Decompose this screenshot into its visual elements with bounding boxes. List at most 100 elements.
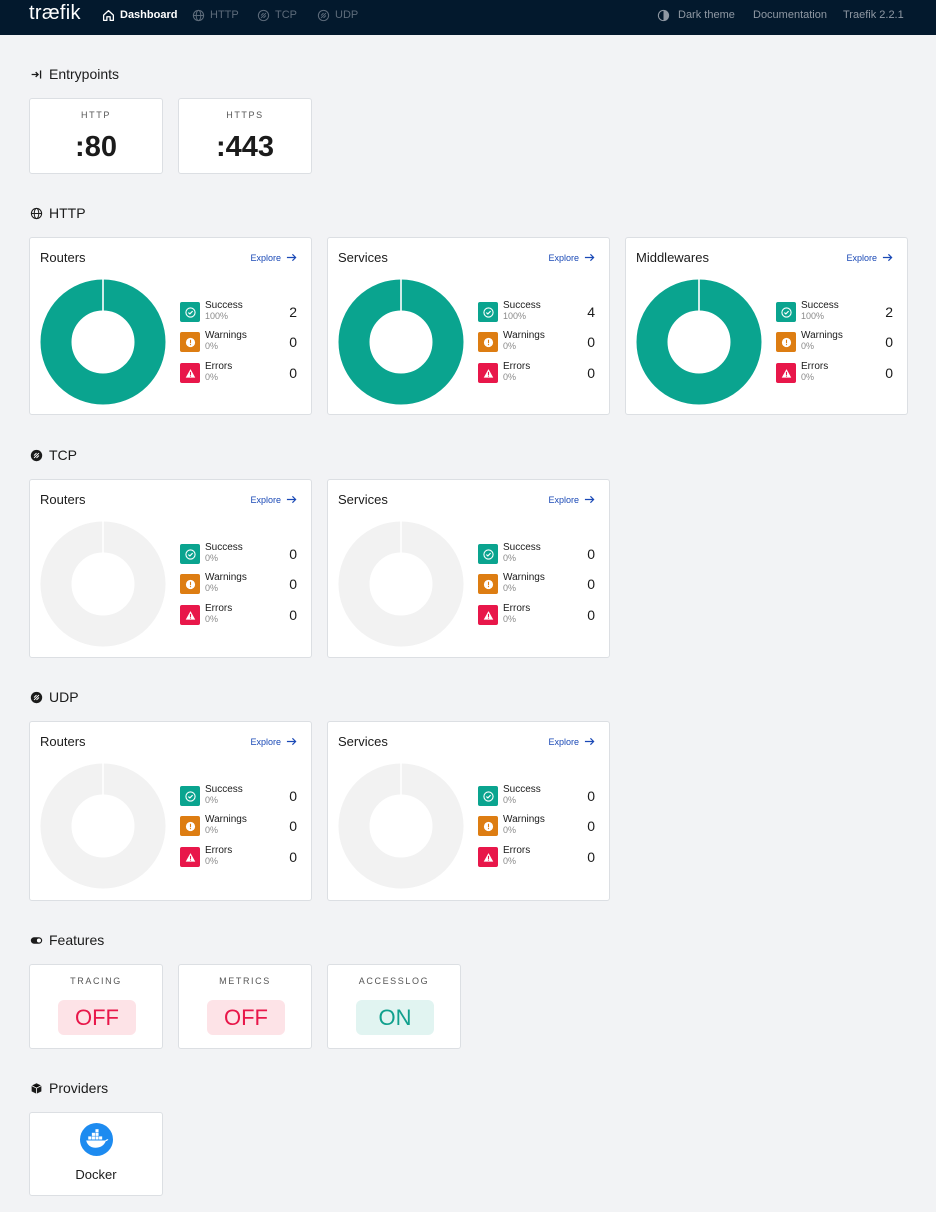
- check-circle-icon: [184, 306, 196, 318]
- panel-title: Services: [338, 734, 388, 749]
- entrypoint-card-https: HTTPS :443: [178, 98, 312, 174]
- errors-percent: 0%: [503, 372, 517, 382]
- dark-theme-label: Dark theme: [678, 9, 735, 21]
- entrypoint-name: HTTP: [81, 110, 111, 120]
- entrypoints-heading: Entrypoints: [30, 66, 119, 82]
- stat-row-warnings: Warnings 0% 0: [478, 814, 595, 840]
- status-donut-chart: [40, 279, 166, 405]
- check-circle-icon: [482, 548, 494, 560]
- errors-label: Errors: [503, 361, 531, 372]
- success-label: Success: [503, 784, 541, 795]
- stat-row-errors: Errors 0% 0: [180, 361, 297, 387]
- tcp-title: TCP: [49, 447, 77, 463]
- success-label: Success: [503, 542, 541, 553]
- errors-count: 0: [289, 849, 297, 865]
- warnings-percent: 0%: [503, 825, 517, 835]
- success-percent: 100%: [503, 311, 527, 321]
- dark-theme-toggle[interactable]: Dark theme: [657, 0, 735, 30]
- top-navbar: træfik Dashboard HTTP TCP UDP Dark theme…: [0, 0, 936, 35]
- stat-row-success: Success 0% 0: [180, 784, 297, 810]
- arrow-right-icon: [286, 495, 297, 504]
- stat-row-warnings: Warnings 0% 0: [478, 572, 595, 598]
- warnings-count: 0: [587, 818, 595, 834]
- toggle-icon: [30, 934, 43, 947]
- stat-row-errors: Errors 0% 0: [180, 845, 297, 871]
- success-percent: 100%: [801, 311, 825, 321]
- docker-icon: [80, 1123, 113, 1156]
- http-heading: HTTP: [30, 205, 86, 221]
- stat-row-errors: Errors 0% 0: [478, 603, 595, 629]
- errors-count: 0: [289, 607, 297, 623]
- feature-card-metrics: METRICS OFF: [178, 964, 312, 1049]
- success-badge: [776, 302, 796, 322]
- success-badge: [180, 302, 200, 322]
- explore-label: Explore: [846, 252, 877, 263]
- features-title: Features: [49, 932, 105, 948]
- nav-tcp[interactable]: TCP: [257, 0, 297, 30]
- entrypoint-port: :443: [215, 131, 275, 163]
- warnings-label: Warnings: [205, 572, 247, 583]
- arrow-right-icon: [584, 495, 595, 504]
- success-count: 2: [289, 304, 297, 320]
- explore-link[interactable]: Explore: [846, 252, 893, 263]
- stat-row-errors: Errors 0% 0: [180, 603, 297, 629]
- entrypoint-card-http: HTTP :80: [29, 98, 163, 174]
- traefik-logo[interactable]: træfik: [29, 2, 81, 25]
- errors-label: Errors: [503, 603, 531, 614]
- check-circle-icon: [482, 790, 494, 802]
- stat-row-warnings: Warnings 0% 0: [180, 330, 297, 356]
- explore-link[interactable]: Explore: [548, 252, 595, 263]
- success-percent: 0%: [503, 795, 517, 805]
- warnings-percent: 0%: [503, 583, 517, 593]
- check-circle-icon: [780, 306, 792, 318]
- warnings-percent: 0%: [503, 341, 517, 351]
- provider-name: Docker: [75, 1167, 117, 1182]
- cube-icon: [30, 1082, 43, 1095]
- stat-row-warnings: Warnings 0% 0: [180, 814, 297, 840]
- success-percent: 0%: [503, 553, 517, 563]
- nav-udp[interactable]: UDP: [317, 0, 358, 30]
- explore-link[interactable]: Explore: [250, 736, 297, 747]
- http-title: HTTP: [49, 205, 86, 221]
- success-badge: [180, 786, 200, 806]
- udp-routers-panel: Routers Explore Success 0% 0 Warnings 0% 0 Error…: [29, 721, 312, 901]
- nav-tcp-label: TCP: [275, 9, 297, 21]
- feature-status: OFF: [58, 1000, 136, 1035]
- explore-label: Explore: [548, 252, 579, 263]
- explore-label: Explore: [548, 736, 579, 747]
- nav-http[interactable]: HTTP: [192, 0, 239, 30]
- warnings-count: 0: [885, 334, 893, 350]
- explore-link[interactable]: Explore: [250, 494, 297, 505]
- stat-row-errors: Errors 0% 0: [478, 845, 595, 871]
- stat-row-errors: Errors 0% 0: [478, 361, 595, 387]
- stat-row-success: Success 0% 0: [478, 784, 595, 810]
- nav-dashboard[interactable]: Dashboard: [102, 0, 177, 30]
- errors-percent: 0%: [205, 372, 219, 382]
- warnings-label: Warnings: [205, 330, 247, 341]
- stat-row-errors: Errors 0% 0: [776, 361, 893, 387]
- warning-triangle-icon: [483, 368, 493, 378]
- warnings-badge: [180, 574, 200, 594]
- success-badge: [180, 544, 200, 564]
- warnings-percent: 0%: [205, 341, 219, 351]
- http-routers-panel: Routers Explore Success 100% 2 Warnings 0% 0 Err…: [29, 237, 312, 415]
- warnings-count: 0: [289, 576, 297, 592]
- exclamation-circle-icon: [483, 579, 493, 589]
- explore-link[interactable]: Explore: [548, 736, 595, 747]
- exclamation-circle-icon: [781, 337, 791, 347]
- explore-label: Explore: [548, 494, 579, 505]
- success-label: Success: [205, 784, 243, 795]
- feature-status: ON: [356, 1000, 434, 1035]
- nav-udp-label: UDP: [335, 9, 359, 21]
- success-label: Success: [801, 300, 839, 311]
- explore-link[interactable]: Explore: [548, 494, 595, 505]
- http-middlewares-panel: Middlewares Explore Success 100% 2 Warnings 0%…: [625, 237, 908, 415]
- success-label: Success: [205, 542, 243, 553]
- documentation-link[interactable]: Documentation: [753, 0, 827, 30]
- warnings-label: Warnings: [503, 572, 545, 583]
- success-badge: [478, 786, 498, 806]
- warnings-count: 0: [289, 818, 297, 834]
- errors-count: 0: [587, 849, 595, 865]
- providers-title: Providers: [49, 1080, 109, 1096]
- explore-link[interactable]: Explore: [250, 252, 297, 263]
